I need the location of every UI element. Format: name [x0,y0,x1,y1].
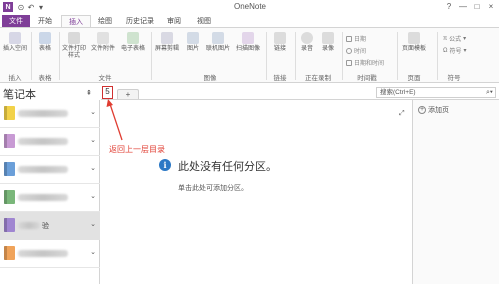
group-label-timestamp: 时间戳 [357,75,377,82]
clock-icon [346,47,352,54]
file-printout-button[interactable]: 文件打印样式 [61,32,87,60]
notebook-icon [4,190,15,204]
info-icon: i [159,159,171,171]
picture-button[interactable]: 图片 [183,32,203,53]
close-button[interactable]: × [484,1,498,12]
empty-state-title: 此处没有任何分区。 [178,161,277,173]
page-list-pane [412,100,499,284]
group-label-link: 链接 [273,75,287,82]
notebook-icon [4,246,15,260]
link-icon [274,32,286,44]
group-label-image: 图像 [203,75,217,82]
time-button[interactable]: 时间 [346,46,366,55]
back-to-parent-button[interactable]: 5 [102,86,113,99]
notebook-item[interactable]: ⌄ [0,240,100,268]
link-button[interactable]: 链接 [268,32,292,53]
file-attachment-button[interactable]: 文件附件 [89,32,117,53]
notebook-label: 验 [42,223,49,230]
notebook-item[interactable]: ⌄ [0,100,100,128]
screen-clipping-icon [161,32,173,44]
notebook-item[interactable]: ⌄ [0,156,100,184]
insert-space-button[interactable]: 插入空间 [2,32,28,53]
undo-icon[interactable]: ↶ [26,2,36,12]
notebook-list: ⌄ ⌄ ⌄ ⌄ ⌄ ⌄ [0,100,100,284]
record-video-button[interactable]: 录像 [318,32,338,53]
notebook-icon [4,134,15,148]
onenote-logo-icon: N [3,2,13,12]
chevron-down-icon[interactable]: ⌄ [90,136,96,144]
group-label-table: 表格 [38,75,52,82]
notebook-icon [4,162,15,176]
chevron-down-icon[interactable]: ⌄ [90,248,96,256]
date-button[interactable]: 日期 [346,34,366,43]
date-time-icon [346,59,352,66]
table-icon [39,32,51,44]
maximize-button[interactable]: □ [470,1,484,12]
screen-clipping-button[interactable]: 屏幕剪辑 [153,32,181,53]
pin-icon[interactable]: ⇞ [86,89,92,97]
page-template-icon [408,32,420,44]
group-label-insert: 插入 [8,75,22,82]
spreadsheet-button[interactable]: 电子表格 [119,32,147,53]
record-audio-button[interactable]: 录音 [297,32,317,53]
group-label-symbols: 符号 [447,75,461,82]
omega-icon: Ω [443,47,448,54]
title-bar: N ⊙ ↶ ▾ OneNote ? — □ × [0,0,499,14]
chevron-down-icon[interactable]: ⌄ [90,220,96,228]
add-page-button[interactable]: + 添加页 [418,105,449,115]
group-label-file: 文件 [98,75,112,82]
table-button[interactable]: 表格 [34,32,56,53]
search-icon[interactable]: ⌕▾ [486,87,493,98]
add-section-tab[interactable]: + [117,89,139,99]
notebook-item[interactable]: ⌄ [0,184,100,212]
symbol-button[interactable]: Ω 符号 ▾ [443,46,467,56]
video-camera-icon [322,32,334,44]
plus-circle-icon: + [418,106,426,114]
minimize-button[interactable]: — [456,1,470,12]
scanned-image-button[interactable]: 扫描图像 [233,32,263,53]
attachment-icon [97,32,109,44]
date-time-button[interactable]: 日期和时间 [346,58,384,67]
notebook-item-selected[interactable]: 验 ⌄ [0,212,100,240]
chevron-down-icon[interactable]: ⌄ [90,192,96,200]
back-nav-icon[interactable]: ⊙ [16,2,26,12]
add-page-label: 添加页 [428,107,449,114]
notebook-icon [4,218,15,232]
group-label-page: 页面 [407,75,421,82]
qat-more-icon[interactable]: ▾ [36,2,46,12]
help-button[interactable]: ? [442,1,456,12]
add-section-link[interactable]: 单击此处可添加分区。 [178,183,248,193]
online-picture-icon [212,32,224,44]
notebook-item[interactable]: ⌄ [0,128,100,156]
expand-icon[interactable]: ⤢ [399,110,405,118]
chevron-down-icon[interactable]: ⌄ [90,108,96,116]
picture-icon [187,32,199,44]
microphone-icon [301,32,313,44]
group-label-recording: 正在录制 [305,75,331,82]
page-template-button[interactable]: 页面模板 [399,32,429,53]
ribbon-tabs: 文件 开始 插入 绘图 历史记录 审阅 视图 [0,14,499,28]
insert-space-icon [9,32,21,44]
ribbon: 插入空间 插入 表格 表格 文件打印样式 文件附件 电子表格 文件 屏幕剪辑 图… [0,27,499,83]
chevron-down-icon[interactable]: ⌄ [90,164,96,172]
spreadsheet-icon [127,32,139,44]
notebook-icon [4,106,15,120]
annotation-label: 返回上一层目录 [109,145,165,154]
equation-button[interactable]: π 公式 ▾ [443,34,466,44]
window-title: OneNote [233,2,267,11]
printout-icon [68,32,80,44]
calendar-icon [346,35,352,42]
pi-icon: π [443,35,448,42]
online-picture-button[interactable]: 联机图片 [204,32,232,53]
scanned-image-icon [242,32,254,44]
search-input[interactable]: 搜索(Ctrl+E) [376,87,496,98]
